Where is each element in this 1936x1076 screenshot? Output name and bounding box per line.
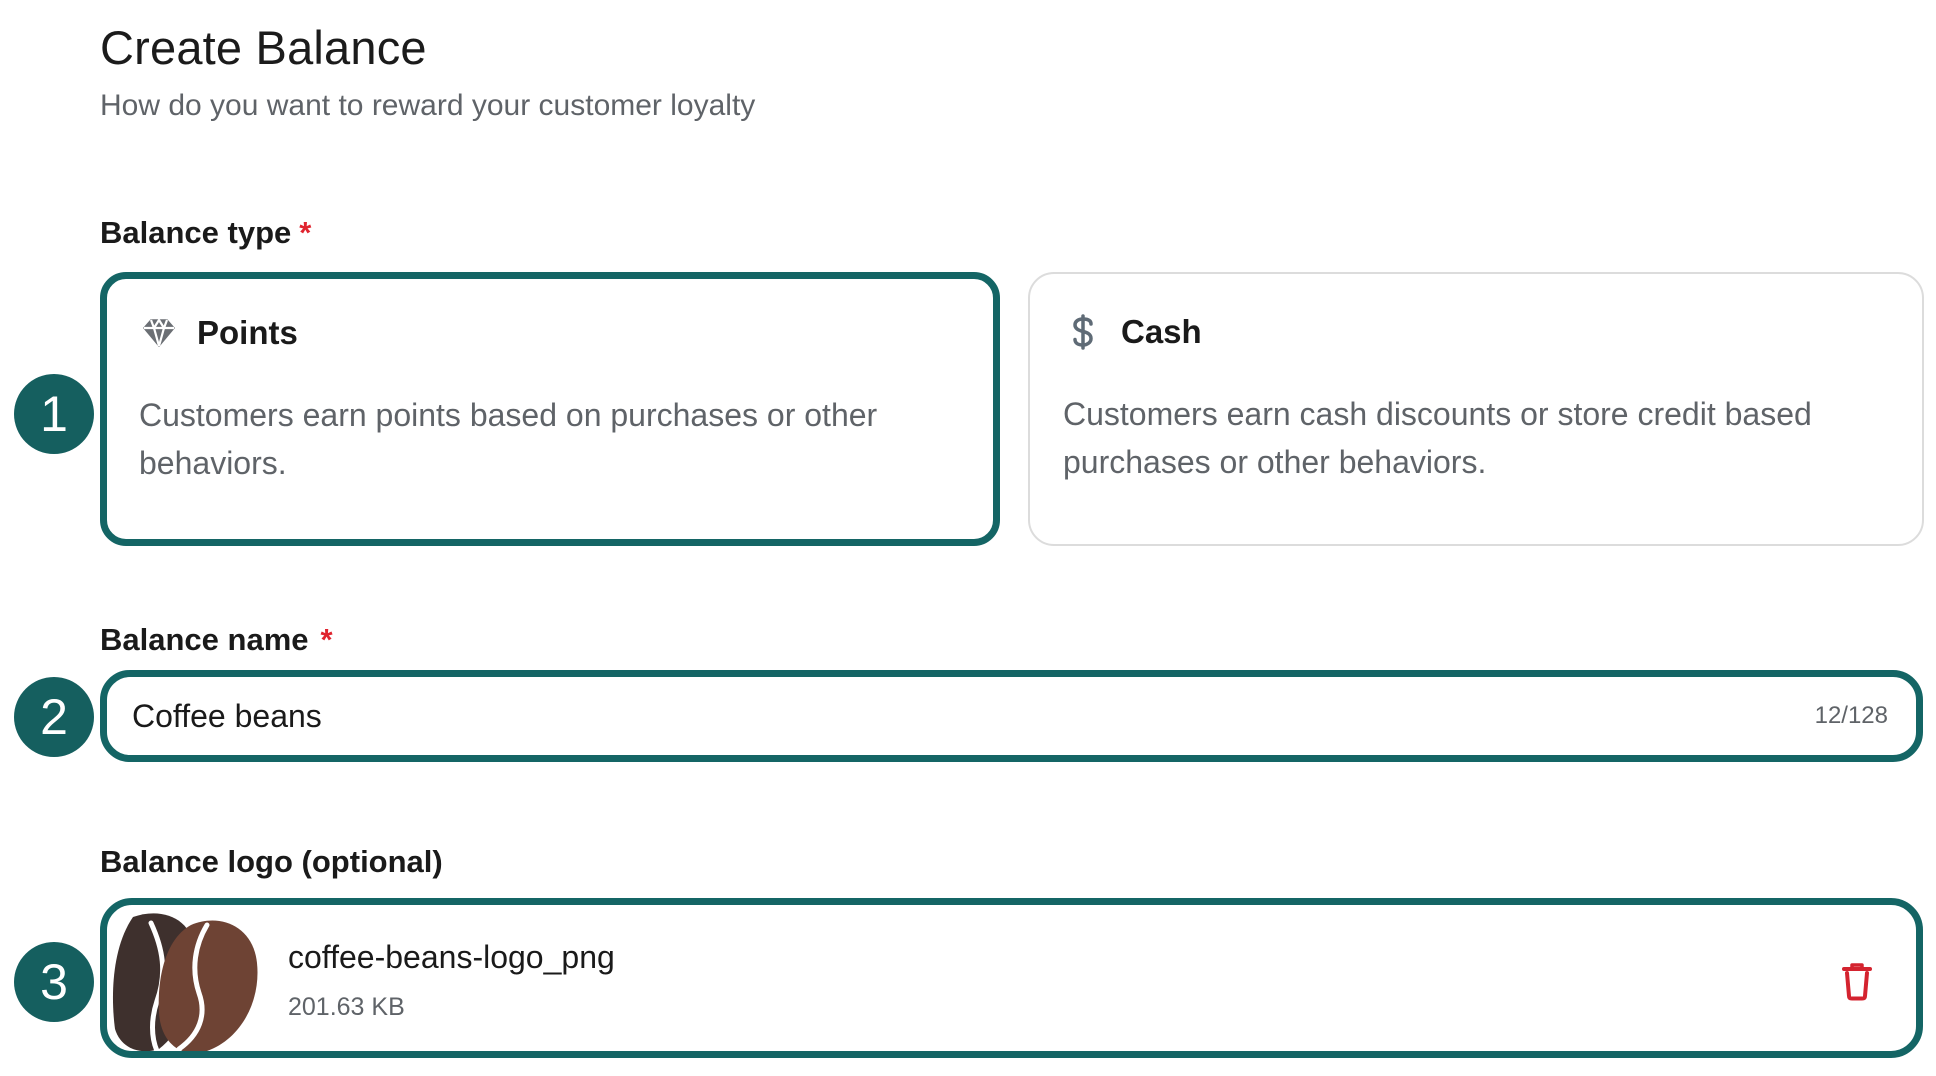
balance-name-input[interactable] — [132, 697, 1815, 735]
balance-type-option-points[interactable]: Points Customers earn points based on pu… — [100, 272, 1000, 546]
coffee-beans-logo-image — [112, 913, 258, 1051]
dollar-icon — [1063, 312, 1103, 352]
balance-name-label-text: Balance name — [100, 622, 309, 657]
delete-logo-button[interactable] — [1838, 961, 1876, 1001]
required-marker: * — [299, 215, 312, 250]
balance-type-option-cash[interactable]: Cash Customers earn cash discounts or st… — [1028, 272, 1924, 546]
option-description: Customers earn cash discounts or store c… — [1063, 396, 1812, 480]
char-counter: 12/128 — [1814, 702, 1888, 729]
option-title: Points — [197, 314, 298, 351]
file-name: coffee-beans-logo_png — [288, 939, 615, 975]
balance-name-field[interactable]: 12/128 — [100, 670, 1923, 762]
balance-type-label-text: Balance type — [100, 215, 292, 250]
balance-type-label: Balance type * — [100, 213, 311, 253]
page-title: Create Balance — [100, 21, 427, 74]
balance-logo-label: Balance logo (optional) — [100, 844, 443, 879]
balance-name-label: Balance name * — [100, 620, 333, 660]
option-description: Customers earn points based on purchases… — [139, 397, 878, 481]
option-header: Points — [139, 313, 961, 353]
step-badge-1: 1 — [14, 374, 94, 454]
option-header: Cash — [1063, 312, 1889, 352]
option-title: Cash — [1121, 313, 1202, 350]
step-badge-3: 3 — [14, 942, 94, 1022]
page-header: Create Balance How do you want to reward… — [100, 14, 755, 126]
step-badge-2: 2 — [14, 677, 94, 757]
balance-logo-upload[interactable]: coffee-beans-logo_png 201.63 KB — [100, 898, 1923, 1058]
required-marker: * — [320, 622, 333, 657]
file-size: 201.63 KB — [288, 993, 405, 1021]
page-subtitle: How do you want to reward your customer … — [100, 89, 756, 122]
trash-icon — [1842, 963, 1872, 1001]
create-balance-page: Create Balance How do you want to reward… — [0, 0, 1936, 1076]
diamond-icon — [139, 313, 179, 353]
